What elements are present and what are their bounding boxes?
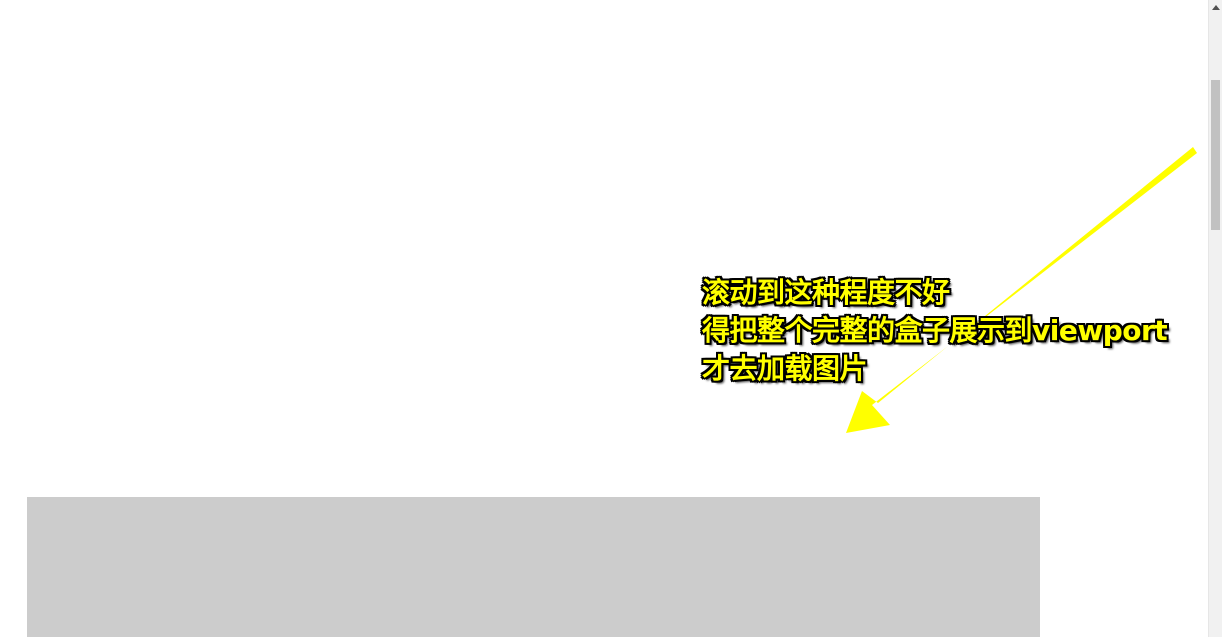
page-viewport: 滚动到这种程度不好 得把整个完整的盒子展示到viewport 才去加载图片 — [0, 0, 1222, 637]
annotation-line-3: 才去加载图片 — [702, 352, 868, 385]
scroll-up-button[interactable] — [1209, 0, 1222, 14]
scrollbar-thumb[interactable] — [1211, 80, 1220, 230]
image-placeholder-box — [27, 497, 1040, 637]
vertical-scrollbar[interactable] — [1208, 0, 1222, 637]
annotation-text-block: 滚动到这种程度不好 得把整个完整的盒子展示到viewport 才去加载图片 — [702, 274, 1212, 388]
chevron-up-icon — [1212, 4, 1220, 10]
annotation-line-1: 滚动到这种程度不好 — [702, 276, 950, 309]
annotation-line-2: 得把整个完整的盒子展示到viewport — [702, 314, 1168, 347]
